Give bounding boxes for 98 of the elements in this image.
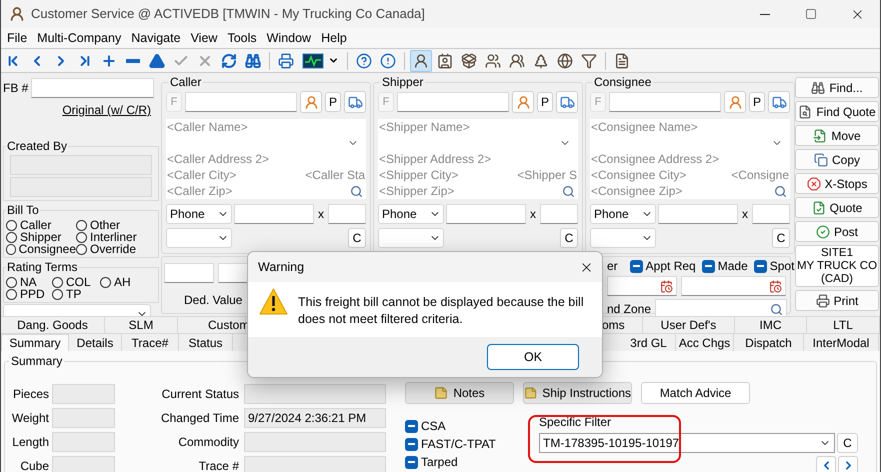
radio-label: Shipper (20, 231, 62, 243)
small-button[interactable]: C (837, 433, 858, 453)
radio-label: NA (20, 276, 37, 288)
radio-label: Consignee (18, 243, 76, 255)
address-field[interactable]: <Caller Name> <Caller Address 2> <Caller City> <Caller Sta <Caller Zip> (166, 119, 366, 199)
action-button[interactable]: Find Quote (795, 101, 879, 122)
field-label: Ded. Value (184, 292, 244, 309)
window-title: Customer Service @ ACTIVEDB [TMWIN - My Trucking Co Canada] (31, 5, 425, 24)
action-button[interactable]: Find... (795, 77, 879, 98)
field-label: Weight (10, 410, 49, 427)
extension-label: x (741, 206, 749, 223)
menu-item[interactable]: File (2, 28, 32, 48)
radio-label: Caller (20, 219, 52, 231)
group-title: Created By (6, 138, 68, 155)
address-placeholder: <Consignee Address 2> (591, 151, 720, 167)
radio-label: Override (90, 243, 136, 255)
address-field[interactable]: <Consignee Name> <Consignee Address 2> <Consignee City> <Consigne <Consignee Zip> (590, 119, 790, 199)
action-button[interactable]: X-Stops (795, 173, 879, 194)
menu-item[interactable]: Multi-Company (32, 28, 126, 48)
field-label: Changed Time (160, 410, 239, 427)
name-placeholder: <Shipper Name> (379, 119, 471, 135)
action-button[interactable]: Move (795, 125, 879, 146)
radio-label: TP (66, 288, 82, 300)
radio-label: AH (114, 276, 131, 288)
checkbox-label: Tarped (421, 455, 458, 469)
menu-item[interactable]: Navigate (126, 28, 186, 48)
small-button[interactable]: C (348, 228, 366, 248)
text-field[interactable]: 9/27/2024 2:36:21 PM (244, 408, 386, 428)
action-button[interactable]: Copy (795, 149, 879, 170)
dialog-message: This freight bill cannot be displayed because the bill does not meet filtered criteria. (298, 294, 585, 328)
menu-item[interactable]: Tools (222, 28, 262, 48)
filter-dropdown[interactable]: TM-178395-10195-10197 (539, 433, 835, 453)
extension-label: x (529, 206, 537, 223)
address-placeholder: <Caller Address 2> (167, 151, 270, 167)
site-button[interactable]: SITE1 MY TRUCK CO (CAD) (795, 245, 879, 287)
group-title: Bill To (6, 202, 40, 219)
tab[interactable]: oms (602, 317, 643, 333)
panel-title: Consignee (593, 74, 652, 91)
city-placeholder: <Consignee City> (591, 167, 686, 183)
extension-label: x (317, 206, 325, 223)
zip-placeholder: <Consignee Zip> (591, 183, 682, 199)
field-label: Pieces (12, 386, 49, 403)
group-title: Summary (10, 353, 64, 370)
address-placeholder: <Shipper Address 2> (379, 151, 492, 167)
radio-label: Other (90, 219, 120, 231)
name-placeholder: <Caller Name> (167, 119, 249, 135)
name-placeholder: <Consignee Name> (591, 119, 699, 135)
group-title: Rating Terms (6, 259, 78, 276)
state-placeholder: <Consigne (731, 167, 789, 183)
tab[interactable]: Acc Chgs (676, 334, 734, 351)
zip-placeholder: <Caller Zip> (167, 183, 232, 199)
field-label: nd Zone (607, 301, 652, 318)
field-label: Specific Filter (539, 414, 612, 431)
field-label: Cube (19, 458, 49, 472)
radio-label: Interliner (90, 231, 137, 243)
original-link[interactable]: Original (w/ C/R) (62, 101, 151, 119)
field-label: er (607, 258, 618, 275)
panel-title: Shipper (381, 74, 424, 91)
dropdown-field[interactable]: Phone (590, 204, 656, 224)
ok-button[interactable]: OK (487, 344, 579, 370)
small-button[interactable]: P (749, 92, 765, 112)
state-placeholder: <Shipper S (517, 167, 577, 183)
note-button[interactable]: Ship Instructions (523, 382, 632, 404)
radio-label: COL (66, 276, 91, 288)
field-label: Trace # (198, 458, 239, 472)
field-label: FB # (3, 80, 30, 97)
address-field[interactable]: <Shipper Name> <Shipper Address 2> <Shipper City> <Shipper S <Shipper Zip> (378, 119, 578, 199)
checkbox-label: Made (718, 258, 748, 275)
action-button[interactable]: Quote (795, 197, 879, 218)
checkbox-label: Appt Req (646, 258, 696, 275)
city-placeholder: <Caller City> (167, 167, 236, 183)
city-placeholder: <Shipper City> (379, 167, 458, 183)
tab[interactable]: IMC (735, 317, 807, 333)
small-button[interactable]: C (560, 228, 578, 248)
checkbox-label: CSA (421, 419, 446, 433)
checkbox-label: Spot (770, 258, 794, 275)
checkbox-label: FAST/C-TPAT (421, 437, 496, 451)
dropdown-field[interactable]: Phone (378, 204, 444, 224)
action-button[interactable]: Post (795, 221, 879, 242)
zip-placeholder: <Shipper Zip> (379, 183, 454, 199)
dropdown-field[interactable]: Phone (166, 204, 232, 224)
field-label: Commodity (177, 434, 239, 451)
small-button[interactable]: P (325, 92, 341, 112)
small-button[interactable]: P (537, 92, 553, 112)
menu-item[interactable]: Help (316, 28, 352, 48)
note-button[interactable]: Notes (405, 382, 514, 404)
plain-button[interactable]: Match Advice (641, 382, 750, 404)
field-label: Current Status (160, 386, 239, 403)
tab[interactable]: Summary (1, 334, 69, 351)
dialog-title: Warning (258, 258, 304, 276)
menu-item[interactable]: View (186, 28, 222, 48)
state-placeholder: <Caller Sta (305, 167, 365, 183)
field-label: Length (11, 434, 49, 451)
radio-label: PPD (20, 288, 45, 300)
small-button[interactable]: C (772, 228, 790, 248)
panel-title: Caller (169, 74, 202, 91)
menu-item[interactable]: Window (262, 28, 316, 48)
action-button[interactable]: Print (795, 290, 879, 311)
